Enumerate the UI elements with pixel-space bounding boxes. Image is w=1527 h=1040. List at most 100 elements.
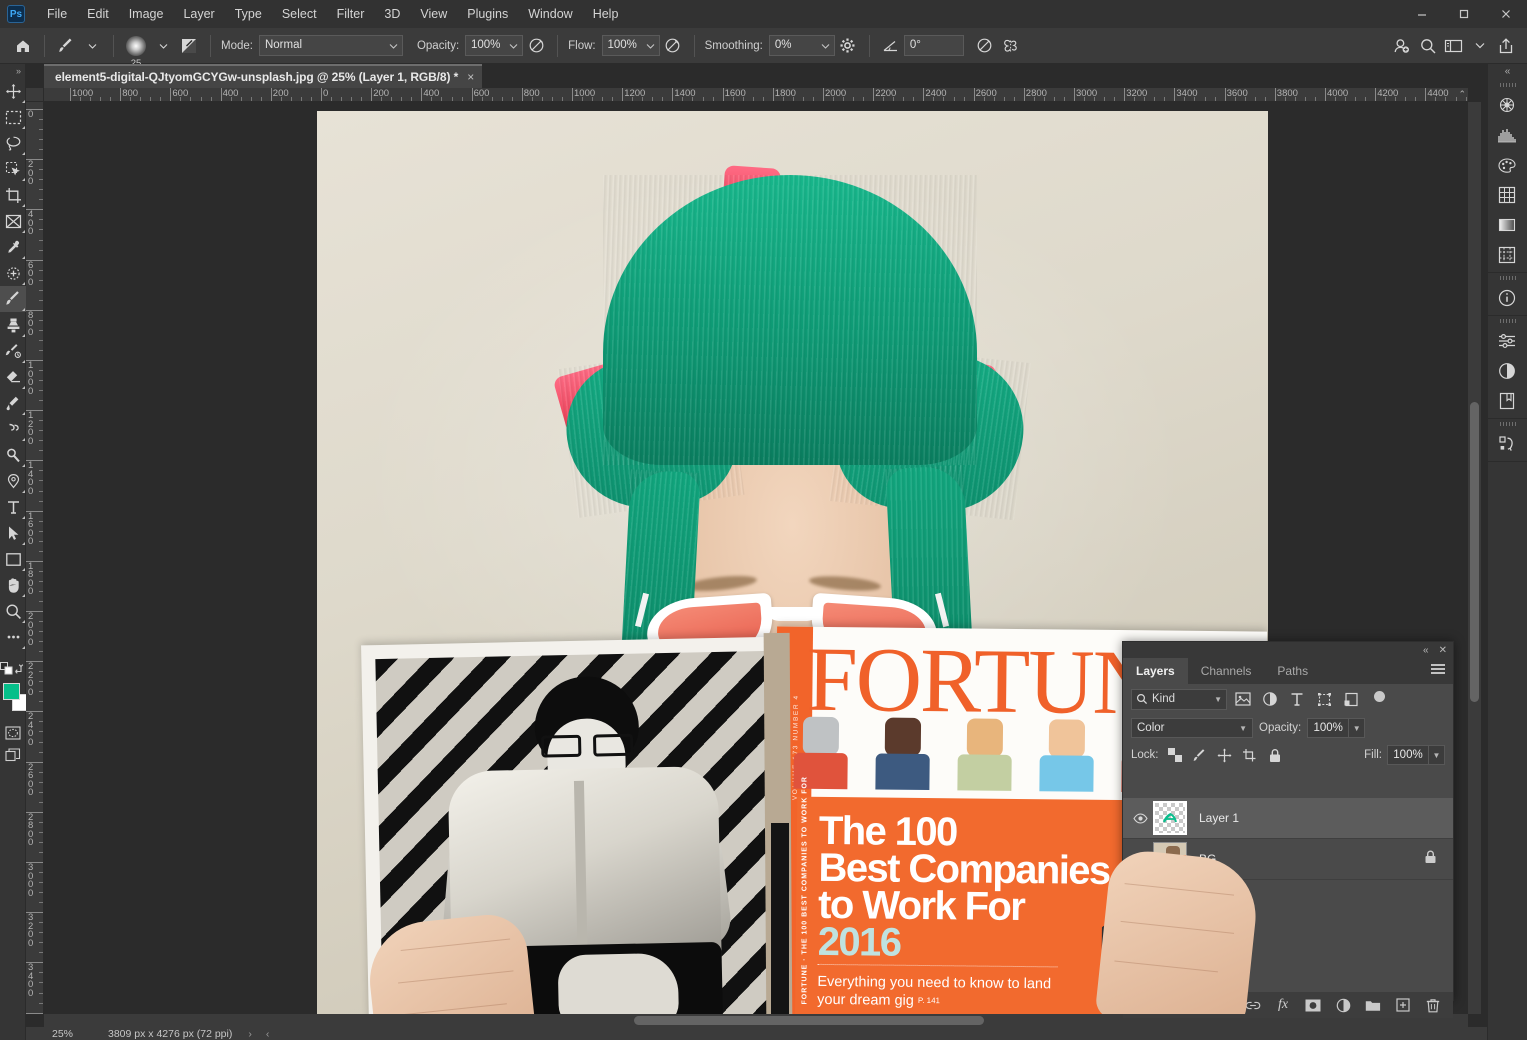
quick-mask-icon[interactable] [0, 722, 26, 744]
gradients-icon[interactable] [1488, 210, 1526, 240]
layer-opacity-value[interactable]: 100% [1307, 718, 1350, 738]
maximize-button[interactable] [1443, 0, 1485, 28]
filter-toggle-switch[interactable] [1373, 688, 1386, 710]
opacity-value[interactable]: 100% [465, 35, 506, 56]
dock-grip[interactable] [1488, 316, 1527, 326]
layer-blend-mode-select[interactable]: Color ▼ [1131, 718, 1253, 738]
histogram-icon[interactable] [1488, 120, 1526, 150]
scrollbar-thumb[interactable] [1470, 402, 1479, 702]
menu-image[interactable]: Image [119, 2, 174, 26]
brush-angle-value[interactable]: 0° [903, 35, 964, 56]
hand-tool[interactable] [0, 572, 26, 598]
chevron-down-icon[interactable] [816, 35, 835, 56]
pixel-layer-filter-icon[interactable] [1232, 688, 1254, 710]
tab-channels[interactable]: Channels [1188, 658, 1265, 684]
chevron-down-icon[interactable]: ▼ [1214, 695, 1222, 704]
chevron-down-icon[interactable]: ▼ [1239, 724, 1247, 733]
collapse-panel-icon[interactable]: « [1423, 645, 1429, 656]
screen-mode-icon[interactable] [0, 744, 26, 766]
smoothing-control[interactable]: 0% [768, 35, 835, 56]
canvas-vertical-scrollbar[interactable] [1468, 102, 1481, 1014]
adjustment-layer-filter-icon[interactable] [1259, 688, 1281, 710]
brush-preset-chevron-down-icon[interactable] [79, 33, 105, 59]
dodge-tool[interactable] [0, 442, 26, 468]
blend-mode-value[interactable]: Normal [258, 35, 385, 56]
path-selection-tool[interactable] [0, 520, 26, 546]
clone-stamp-tool[interactable] [0, 312, 26, 338]
lock-all-icon[interactable] [1266, 746, 1284, 764]
menu-layer[interactable]: Layer [173, 2, 224, 26]
menu-filter[interactable]: Filter [327, 2, 375, 26]
minimize-button[interactable] [1401, 0, 1443, 28]
image-canvas[interactable]: VOLUME 173 NUMBER 4 FORTUNE MARCH 15, 20… [317, 111, 1268, 1014]
airbrush-icon[interactable] [660, 33, 686, 59]
layer-visibility-eye-icon[interactable] [1129, 812, 1151, 824]
expand-toolbar-icon[interactable]: » [0, 64, 25, 78]
new-layer-icon[interactable] [1395, 997, 1411, 1013]
swap-colors-icon[interactable] [13, 657, 25, 679]
menu-window[interactable]: Window [518, 2, 582, 26]
libraries-icon[interactable] [1488, 386, 1526, 416]
rectangle-tool[interactable] [0, 546, 26, 572]
search-icon[interactable] [1415, 33, 1441, 59]
lock-image-pixels-icon[interactable] [1191, 746, 1209, 764]
lasso-tool[interactable] [0, 130, 26, 156]
lock-transparent-pixels-icon[interactable] [1166, 746, 1184, 764]
pen-tool[interactable] [0, 468, 26, 494]
default-colors-icon[interactable] [0, 657, 13, 679]
tab-paths[interactable]: Paths [1264, 658, 1321, 684]
brush-size-preview[interactable]: 25 [122, 32, 150, 69]
delete-layer-icon[interactable] [1425, 997, 1441, 1013]
ruler-corner[interactable] [26, 88, 44, 102]
3d-icon[interactable] [1488, 90, 1526, 120]
menu-help[interactable]: Help [583, 2, 629, 26]
layer-name[interactable]: Layer 1 [1199, 811, 1239, 825]
layer-fill-control[interactable]: 100% ▼ [1387, 745, 1445, 765]
dock-grip[interactable] [1488, 80, 1527, 90]
status-prev-icon[interactable]: ‹ [266, 1028, 270, 1040]
expand-dock-icon[interactable]: « [1488, 64, 1527, 80]
menu-type[interactable]: Type [225, 2, 272, 26]
zoom-tool[interactable] [0, 598, 26, 624]
info-icon[interactable] [1488, 283, 1526, 313]
tab-layers[interactable]: Layers [1123, 658, 1188, 684]
close-panel-icon[interactable]: ✕ [1439, 645, 1447, 656]
adjustments-sliders-icon[interactable] [1488, 326, 1526, 356]
edit-toolbar-tool[interactable] [0, 624, 26, 650]
blur-tool[interactable] [0, 416, 26, 442]
symmetry-butterfly-icon[interactable] [998, 33, 1024, 59]
lock-artboard-nesting-icon[interactable] [1241, 746, 1259, 764]
opacity-control[interactable]: 100% [465, 35, 524, 56]
chevron-down-icon[interactable]: ▼ [1349, 718, 1366, 738]
pressure-controls-size-icon[interactable] [972, 33, 998, 59]
history-icon[interactable] [1488, 429, 1526, 459]
add-layer-mask-icon[interactable] [1305, 997, 1321, 1013]
link-layers-icon[interactable] [1245, 997, 1261, 1013]
add-user-icon[interactable] [1389, 33, 1415, 59]
styles-icon[interactable] [1488, 240, 1526, 270]
zoom-level-field[interactable]: 25% [26, 1028, 98, 1040]
type-layer-filter-icon[interactable] [1286, 688, 1308, 710]
brush-settings-panel-icon[interactable] [176, 33, 202, 59]
brush-preset-picker-chevron-down-icon[interactable] [150, 33, 176, 59]
menu-view[interactable]: View [410, 2, 457, 26]
document-dimensions-info[interactable]: 3809 px x 4276 px (72 ppi) [98, 1028, 232, 1040]
quick-selection-tool[interactable] [0, 156, 26, 182]
gradient-tool[interactable] [0, 390, 26, 416]
menu-select[interactable]: Select [272, 2, 327, 26]
new-adjustment-layer-icon[interactable] [1335, 997, 1351, 1013]
menu-file[interactable]: File [37, 2, 77, 26]
new-group-icon[interactable] [1365, 997, 1381, 1013]
layer-row-layer-1[interactable]: Layer 1 [1123, 798, 1453, 839]
smoothing-value[interactable]: 0% [768, 35, 817, 56]
layer-style-fx-icon[interactable]: fx [1275, 997, 1291, 1013]
gear-icon[interactable] [835, 33, 861, 59]
swatches-icon[interactable] [1488, 150, 1526, 180]
crop-tool[interactable] [0, 182, 26, 208]
history-brush-tool[interactable] [0, 338, 26, 364]
chevron-down-icon[interactable] [505, 35, 524, 56]
brush-tool[interactable] [0, 286, 26, 312]
vertical-ruler[interactable]: 0 200 400 600 800 1000 1200 1400 1600 1800 2000 220… [26, 102, 44, 1014]
dock-grip[interactable] [1488, 419, 1527, 429]
menu-edit[interactable]: Edit [77, 2, 119, 26]
